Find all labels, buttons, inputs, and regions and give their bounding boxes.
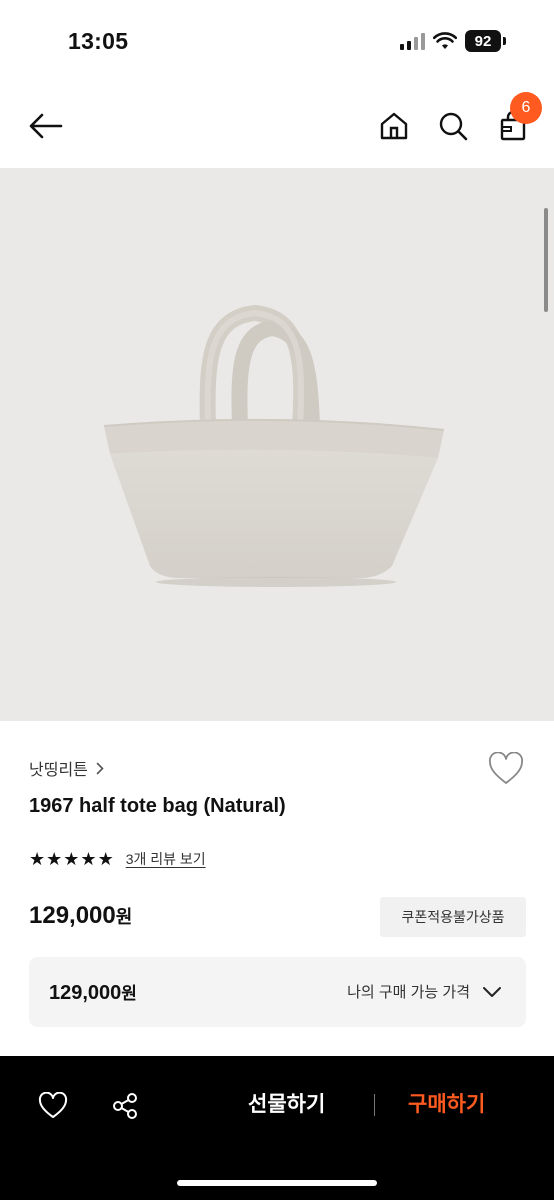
my-price-dropdown[interactable]: 129,000원 나의 구매 가능 가격 xyxy=(29,957,526,1027)
price-value: 129,000 xyxy=(29,902,116,929)
bottom-action-bar: 선물하기 구매하기 xyxy=(0,1056,554,1200)
product-image[interactable] xyxy=(0,168,554,721)
app-header: 6 xyxy=(0,84,554,168)
my-price-label-group: 나의 구매 가능 가격 xyxy=(347,981,502,1002)
rating-row: ★ ★ ★ ★ ★ 3개 리뷰 보기 xyxy=(29,849,206,869)
price-currency: 원 xyxy=(115,907,133,927)
chevron-right-icon xyxy=(96,762,104,774)
buy-button[interactable]: 구매하기 xyxy=(408,1088,485,1118)
coupon-badge: 쿠폰적용불가상품 xyxy=(380,897,526,937)
brand-name: 낫띵리튼 xyxy=(29,762,88,779)
heart-icon xyxy=(38,1092,68,1118)
wishlist-button[interactable] xyxy=(488,751,524,786)
share-button[interactable] xyxy=(107,1088,143,1124)
star-icon: ★ xyxy=(97,849,114,869)
review-link[interactable]: 3개 리뷰 보기 xyxy=(126,849,206,869)
product-title: 1967 half tote bag (Natural) xyxy=(29,795,286,817)
back-arrow-icon xyxy=(29,113,63,139)
status-time: 13:05 xyxy=(68,28,129,54)
product-price: 129,000원 xyxy=(29,902,132,930)
signal-icon xyxy=(400,32,425,50)
star-icon: ★ xyxy=(46,849,63,869)
my-price-value: 129,000원 xyxy=(49,979,137,1005)
star-icon: ★ xyxy=(80,849,97,869)
bottom-bar-divider xyxy=(374,1094,375,1116)
tote-bag-illustration xyxy=(103,304,445,587)
my-price-currency: 원 xyxy=(121,984,137,1003)
heart-icon xyxy=(489,751,523,784)
battery-level: 92 xyxy=(465,30,501,52)
wifi-icon xyxy=(433,32,457,49)
home-indicator[interactable] xyxy=(177,1180,377,1186)
star-icon: ★ xyxy=(29,849,46,869)
status-icons: 92 xyxy=(400,30,506,52)
my-price-amount: 129,000 xyxy=(49,982,122,1004)
my-price-label: 나의 구매 가능 가격 xyxy=(347,984,470,1001)
home-icon xyxy=(380,112,408,140)
bottom-wishlist-button[interactable] xyxy=(35,1088,71,1124)
star-icon: ★ xyxy=(63,849,80,869)
search-icon xyxy=(439,112,468,141)
brand-link[interactable]: 낫띵리튼 xyxy=(29,756,104,780)
rating-stars: ★ ★ ★ ★ ★ xyxy=(29,849,114,869)
status-bar: 13:05 92 xyxy=(0,0,554,84)
scroll-indicator[interactable] xyxy=(544,208,548,312)
back-button[interactable] xyxy=(26,106,66,146)
home-button[interactable] xyxy=(374,106,414,146)
search-button[interactable] xyxy=(433,106,473,146)
cart-count-badge: 6 xyxy=(510,92,542,124)
gift-button[interactable]: 선물하기 xyxy=(248,1088,325,1118)
battery-icon: 92 xyxy=(465,30,506,52)
chevron-down-icon xyxy=(483,986,501,997)
share-icon xyxy=(113,1093,137,1119)
